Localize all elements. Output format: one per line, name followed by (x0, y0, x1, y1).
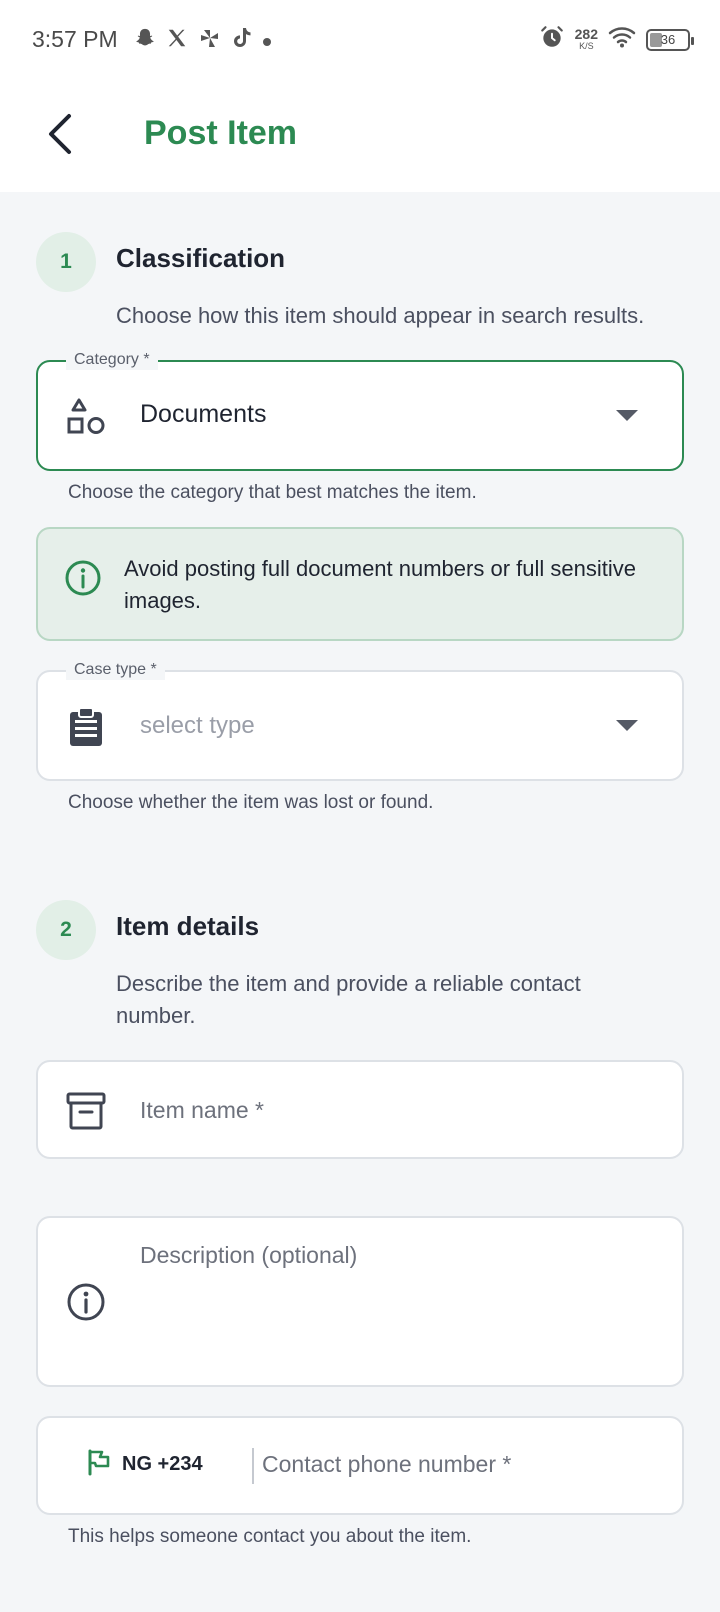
description-textarea[interactable]: Description (optional) (36, 1216, 684, 1387)
country-code: NG +234 (122, 1453, 203, 1475)
clipboard-icon (64, 705, 108, 749)
case-type-label: Case type * (66, 660, 165, 680)
back-button[interactable] (30, 106, 90, 166)
step-badge-2: 2 (36, 900, 96, 960)
case-type-dropdown[interactable]: Case type * select type (36, 660, 684, 781)
description-placeholder: Description (optional) (140, 1242, 358, 1268)
alarm-icon (539, 24, 565, 55)
flag-icon (86, 1448, 112, 1481)
phone-input[interactable]: NG +234 Contact phone number * (36, 1416, 684, 1515)
section-title-classification: Classification (116, 243, 286, 273)
page-title: Post Item (144, 114, 298, 152)
section-description: Choose how this item should appear in se… (116, 303, 645, 328)
chevron-down-icon (616, 720, 638, 731)
category-label: Category * (66, 350, 158, 370)
country-code-selector[interactable]: NG +234 (86, 1448, 203, 1481)
case-type-helper-text: Choose whether the item was lost or foun… (68, 792, 434, 813)
pinwheel-icon (198, 27, 222, 55)
archive-icon (64, 1089, 108, 1133)
phone-helper-text: This helps someone contact you about the… (68, 1526, 472, 1547)
chevron-left-icon (43, 112, 77, 161)
status-bar: 3:57 PM 282 K/S 36 (0, 0, 720, 82)
category-value: Documents (140, 400, 267, 428)
info-icon (64, 1280, 108, 1324)
status-time: 3:57 PM (32, 26, 118, 52)
notice-text: Avoid posting full document numbers or f… (124, 556, 636, 613)
net-speed: 282 K/S (574, 25, 598, 51)
status-right: 282 K/S 36 (539, 24, 694, 55)
wifi-icon (608, 26, 636, 53)
category-helper-text: Choose the category that best matches th… (68, 482, 477, 503)
category-dropdown[interactable]: Category * Documents (36, 350, 684, 471)
tiktok-icon (232, 27, 252, 55)
info-icon (64, 559, 102, 602)
section-title-item-details: Item details (116, 911, 260, 941)
item-name-placeholder: Item name * (140, 1097, 264, 1123)
step-badge-1: 1 (36, 232, 96, 292)
phone-placeholder: Contact phone number * (262, 1451, 512, 1477)
section-description: Describe the item and provide a reliable… (116, 971, 581, 1028)
dot-icon (262, 29, 272, 53)
snapchat-icon (134, 27, 156, 55)
divider (252, 1448, 254, 1484)
app-bar: Post Item (0, 82, 720, 192)
battery-indicator: 36 (646, 28, 694, 51)
status-app-icons (134, 27, 272, 55)
item-name-input[interactable]: Item name * (36, 1060, 684, 1159)
x-icon (166, 27, 188, 55)
shapes-icon (64, 395, 108, 439)
case-type-placeholder: select type (140, 712, 255, 739)
chevron-down-icon (616, 410, 638, 421)
sensitive-info-notice: Avoid posting full document numbers or f… (36, 527, 684, 641)
